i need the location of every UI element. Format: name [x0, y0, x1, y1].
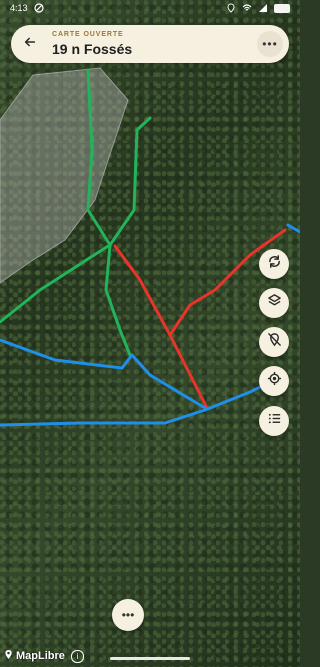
blue-trail-3[interactable]	[286, 223, 300, 234]
signal-icon	[258, 3, 268, 13]
map-header: CARTE OUVERTE 19 n Fossés •••	[11, 25, 289, 63]
crosshair-icon	[267, 371, 282, 391]
sync-icon	[267, 254, 282, 274]
sync-button[interactable]	[259, 249, 289, 279]
location-off-button[interactable]	[259, 327, 289, 357]
red-trail-2[interactable]	[168, 228, 287, 337]
status-bar: 4:13	[0, 0, 300, 16]
header-more-button[interactable]: •••	[257, 31, 283, 57]
maplibre-label: MapLibre	[16, 650, 65, 662]
blue-trail-1[interactable]	[0, 338, 207, 410]
arrow-left-icon	[23, 35, 37, 54]
map-title: 19 n Fossés	[52, 41, 133, 57]
maplibre-attribution[interactable]: MapLibre i	[4, 649, 84, 663]
blue-trail-2[interactable]	[0, 378, 277, 427]
location-status-icon	[226, 3, 236, 13]
more-horizontal-icon: •••	[262, 37, 278, 51]
do-not-disturb-icon	[33, 3, 44, 13]
list-icon	[267, 411, 282, 431]
bottom-more-button[interactable]: •••	[112, 599, 144, 631]
map-pin-icon	[4, 649, 13, 663]
location-off-icon	[267, 332, 282, 352]
my-location-button[interactable]	[259, 366, 289, 396]
layers-button[interactable]	[259, 288, 289, 318]
back-button[interactable]	[20, 34, 40, 54]
home-indicator[interactable]	[110, 657, 190, 660]
wifi-icon	[242, 3, 252, 13]
more-horizontal-icon: •••	[121, 608, 135, 622]
red-trail-1[interactable]	[113, 244, 209, 410]
battery-icon	[274, 3, 290, 13]
list-button[interactable]	[259, 406, 289, 436]
info-icon[interactable]: i	[70, 649, 84, 663]
trail-overlay	[0, 67, 300, 427]
map-subtitle: CARTE OUVERTE	[52, 31, 124, 38]
layers-icon	[267, 293, 282, 313]
status-time: 4:13	[10, 3, 28, 13]
